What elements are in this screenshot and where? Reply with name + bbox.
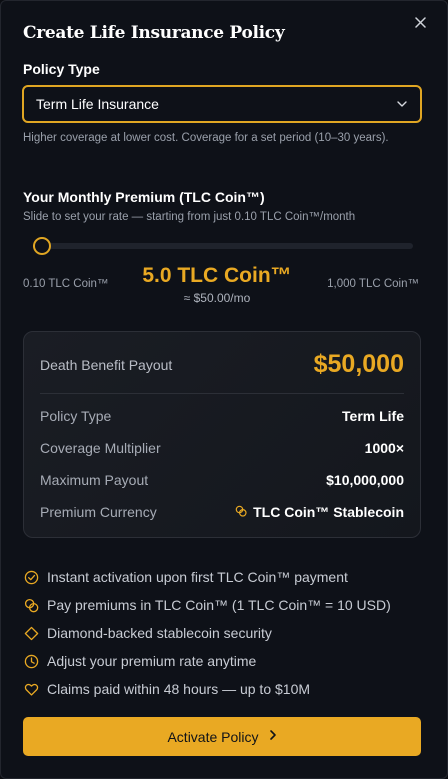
check-circle-icon: [23, 569, 39, 585]
summary-row-premium-currency: Premium Currency TLC Coin™ Stablecoin: [40, 502, 404, 522]
card-divider: [40, 393, 404, 394]
policy-type-helper: Higher coverage at lower cost. Coverage …: [23, 132, 389, 144]
summary-row-key: Maximum Payout: [40, 472, 149, 488]
summary-row-maximum-payout: Maximum Payout $10,000,000: [40, 470, 404, 490]
summary-row-key: Policy Type: [40, 408, 112, 424]
policy-type-value: Term Life Insurance: [36, 96, 159, 112]
summary-row-value: 1000×: [364, 440, 404, 456]
create-policy-modal: Create Life Insurance Policy Policy Type…: [0, 0, 448, 779]
feature-item: Pay premiums in TLC Coin™ (1 TLC Coin™ =…: [23, 591, 391, 619]
diamond-icon: [23, 625, 39, 641]
feature-item: Diamond-backed stablecoin security: [23, 619, 391, 647]
clock-icon: [23, 653, 39, 669]
death-benefit-value: $50,000: [313, 350, 404, 378]
feature-list: Instant activation upon first TLC Coin™ …: [23, 563, 391, 703]
coins-icon: [23, 597, 39, 613]
premium-label: Your Monthly Premium (TLC Coin™): [23, 189, 265, 205]
modal-title: Create Life Insurance Policy: [23, 23, 285, 43]
feature-item: Adjust your premium rate anytime: [23, 647, 391, 675]
summary-row-value: $10,000,000: [326, 472, 404, 488]
premium-max-label: 1,000 TLC Coin™: [327, 278, 419, 290]
summary-row-value: Term Life: [342, 408, 404, 424]
premium-usd-value: ≈ $50.00/mo: [183, 291, 251, 305]
premium-slider-thumb[interactable]: [33, 237, 51, 255]
feature-text: Pay premiums in TLC Coin™ (1 TLC Coin™ =…: [47, 597, 391, 613]
close-button[interactable]: [411, 15, 429, 33]
death-benefit-label: Death Benefit Payout: [40, 357, 173, 373]
coins-icon: [235, 504, 247, 520]
premium-slider[interactable]: [33, 237, 413, 255]
premium-currency-text: TLC Coin™ Stablecoin: [253, 504, 404, 520]
summary-row-value: TLC Coin™ Stablecoin: [235, 504, 404, 520]
feature-item: Claims paid within 48 hours — up to $10M: [23, 675, 391, 703]
feature-item: Instant activation upon first TLC Coin™ …: [23, 563, 391, 591]
activate-policy-button[interactable]: Activate Policy: [23, 717, 421, 756]
chevron-down-icon: [396, 95, 408, 113]
policy-type-label: Policy Type: [23, 61, 100, 77]
feature-text: Instant activation upon first TLC Coin™ …: [47, 569, 348, 585]
heart-icon: [23, 681, 39, 697]
summary-row-key: Coverage Multiplier: [40, 440, 161, 456]
policy-type-select[interactable]: Term Life Insurance: [22, 85, 422, 123]
premium-subtitle: Slide to set your rate — starting from j…: [23, 211, 356, 223]
summary-row-key: Premium Currency: [40, 504, 157, 520]
summary-row-coverage-multiplier: Coverage Multiplier 1000×: [40, 438, 404, 458]
feature-text: Diamond-backed stablecoin security: [47, 625, 272, 641]
policy-summary-card: Death Benefit Payout $50,000 Policy Type…: [23, 331, 421, 538]
activate-policy-label: Activate Policy: [167, 728, 259, 745]
close-icon: [414, 15, 426, 33]
summary-row-policy-type: Policy Type Term Life: [40, 406, 404, 426]
feature-text: Claims paid within 48 hours — up to $10M: [47, 681, 311, 697]
chevron-right-icon: [269, 728, 277, 746]
feature-text: Adjust your premium rate anytime: [47, 653, 257, 669]
